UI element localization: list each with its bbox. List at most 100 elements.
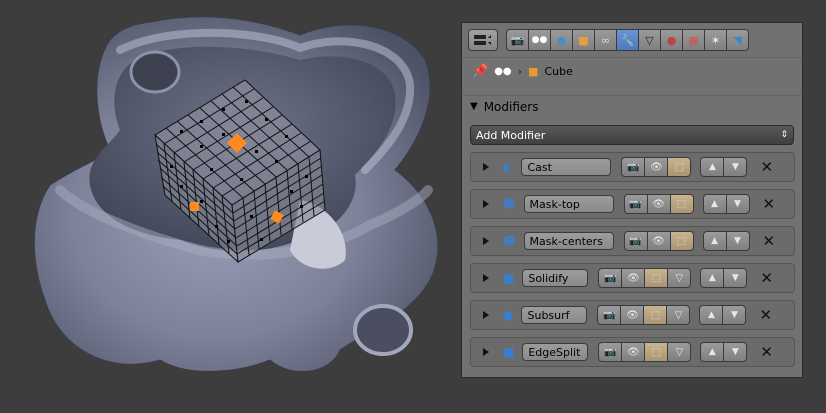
move-down-icon[interactable]: ▼ [723, 342, 748, 362]
solidify-modifier-icon: ■ [503, 271, 515, 285]
expand-triangle-icon[interactable] [483, 237, 489, 245]
expand-triangle-icon[interactable] [483, 348, 489, 356]
visibility-toggles: 📷 👁 ⬚ ▽ [597, 305, 691, 325]
modifiers-tab[interactable]: 🔧 [616, 29, 639, 51]
data-tab[interactable]: ▽ [638, 29, 661, 51]
viewport-toggle-eye-icon[interactable]: 👁 [644, 157, 669, 177]
properties-header: 📷 ●● ● ■ ∞ 🔧 ▽ ● ▦ ✶ ◥ [468, 27, 749, 53]
move-buttons: ▲ ▼ [700, 157, 748, 177]
pin-icon[interactable]: 📌 [472, 64, 488, 79]
object-name: Cube [544, 65, 573, 78]
remove-modifier-icon[interactable]: ✕ [760, 344, 773, 360]
editmode-toggle-icon[interactable]: ⬚ [644, 268, 669, 288]
modifier-name-field[interactable]: Mask-top [523, 195, 614, 213]
render-toggle-camera-icon[interactable]: 📷 [621, 157, 646, 177]
mesh-hole-top [129, 50, 181, 94]
modifier-row: ■ EdgeSplit 📷 👁 ⬚ ▽ ▲ ▼ ✕ [470, 337, 795, 367]
move-up-icon[interactable]: ▲ [702, 231, 727, 251]
modifier-name-field[interactable]: Solidify [522, 269, 589, 287]
cast-modifier-icon: ◐ [503, 160, 514, 174]
expand-triangle-icon[interactable] [483, 311, 489, 319]
modifier-name-field[interactable]: Subsurf [521, 306, 588, 324]
modifiers-section-header[interactable]: ▼ Modifiers [462, 95, 802, 117]
chain-link-icon: ∞ [600, 33, 611, 47]
remove-modifier-icon[interactable]: ✕ [759, 307, 772, 323]
remove-modifier-icon[interactable]: ✕ [760, 270, 773, 286]
physics-tab[interactable]: ◥ [726, 29, 749, 51]
visibility-toggles: 📷 👁 ⬚ ▽ [598, 342, 692, 362]
world-tab[interactable]: ● [550, 29, 573, 51]
render-toggle-camera-icon[interactable]: 📷 [597, 305, 622, 325]
move-up-icon[interactable]: ▲ [700, 268, 725, 288]
material-sphere-icon: ● [666, 33, 677, 47]
modifier-name-field[interactable]: Cast [521, 158, 612, 176]
editmode-toggle-icon[interactable]: ⬚ [643, 305, 668, 325]
add-modifier-dropdown[interactable]: Add Modifier ⇕ [470, 125, 794, 145]
particles-icon: ✶ [710, 33, 721, 47]
viewport-toggle-eye-icon[interactable]: 👁 [646, 194, 671, 214]
remove-modifier-icon[interactable]: ✕ [763, 196, 776, 212]
visibility-toggles: 📷 👁 ⬚ [623, 194, 694, 214]
render-toggle-camera-icon[interactable]: 📷 [598, 268, 623, 288]
texture-tab[interactable]: ▦ [682, 29, 705, 51]
expand-triangle-icon[interactable] [483, 163, 489, 171]
wrench-icon: 🔧 [620, 33, 635, 47]
modifier-row: ◐ Cast 📷 👁 ⬚ ▲ ▼ ✕ [470, 152, 795, 182]
viewport-toggle-eye-icon[interactable]: 👁 [620, 305, 645, 325]
editor-type-button[interactable] [468, 29, 498, 51]
object-tab[interactable]: ■ [572, 29, 595, 51]
mask-modifier-icon: ☻ [503, 197, 516, 211]
object-cube-icon: ■ [578, 33, 589, 47]
move-buttons: ▲ ▼ [702, 194, 750, 214]
collapse-triangle-icon: ▼ [470, 101, 478, 112]
editmode-toggle-icon[interactable]: ⬚ [644, 342, 669, 362]
modifier-name-field[interactable]: Mask-centers [523, 232, 614, 250]
constraints-tab[interactable]: ∞ [594, 29, 617, 51]
move-up-icon[interactable]: ▲ [702, 194, 727, 214]
viewport-render [33, 16, 439, 372]
render-toggle-camera-icon[interactable]: 📷 [623, 194, 648, 214]
move-up-icon[interactable]: ▲ [699, 305, 724, 325]
render-tab[interactable]: 📷 [506, 29, 529, 51]
viewport-toggle-eye-icon[interactable]: 👁 [646, 231, 671, 251]
editmode-toggle-icon[interactable]: ⬚ [669, 194, 694, 214]
move-down-icon[interactable]: ▼ [725, 194, 750, 214]
viewport-toggle-eye-icon[interactable]: 👁 [621, 342, 646, 362]
scene-data-icon: ●● [494, 66, 512, 77]
move-down-icon[interactable]: ▼ [725, 231, 750, 251]
editmode-toggle-icon[interactable]: ⬚ [669, 231, 694, 251]
scene-tab[interactable]: ●● [528, 29, 551, 51]
cage-toggle-triangle-icon[interactable]: ▽ [666, 305, 691, 325]
move-down-icon[interactable]: ▼ [723, 157, 748, 177]
3d-viewport[interactable] [0, 0, 460, 410]
move-up-icon[interactable]: ▲ [700, 342, 725, 362]
move-down-icon[interactable]: ▼ [722, 305, 747, 325]
scene-icon: ●● [531, 35, 548, 45]
move-buttons: ▲ ▼ [700, 342, 748, 362]
mask-modifier-icon: ☻ [503, 234, 516, 248]
properties-panel: 📷 ●● ● ■ ∞ 🔧 ▽ ● ▦ ✶ ◥ 📌 ●● › ■ Cube ▼ M… [461, 22, 803, 378]
modifier-row: ● Subsurf 📷 👁 ⬚ ▽ ▲ ▼ ✕ [470, 300, 795, 330]
editmode-toggle-icon[interactable]: ⬚ [667, 157, 692, 177]
visibility-toggles: 📷 👁 ⬚ [623, 231, 694, 251]
expand-triangle-icon[interactable] [483, 274, 489, 282]
particles-tab[interactable]: ✶ [704, 29, 727, 51]
viewport-toggle-eye-icon[interactable]: 👁 [621, 268, 646, 288]
texture-checker-icon: ▦ [688, 33, 699, 47]
cube-object-icon: ■ [528, 65, 539, 78]
visibility-toggles: 📷 👁 ⬚ [621, 157, 692, 177]
move-down-icon[interactable]: ▼ [723, 268, 748, 288]
modifier-row: ☻ Mask-top 📷 👁 ⬚ ▲ ▼ ✕ [470, 189, 795, 219]
remove-modifier-icon[interactable]: ✕ [763, 233, 776, 249]
render-toggle-camera-icon[interactable]: 📷 [598, 342, 623, 362]
dropdown-arrows-icon: ⇕ [780, 130, 788, 140]
move-up-icon[interactable]: ▲ [700, 157, 725, 177]
material-tab[interactable]: ● [660, 29, 683, 51]
cage-toggle-triangle-icon[interactable]: ▽ [667, 342, 692, 362]
cage-toggle-triangle-icon[interactable]: ▽ [667, 268, 692, 288]
expand-triangle-icon[interactable] [483, 200, 489, 208]
modifier-name-field[interactable]: EdgeSplit [522, 343, 589, 361]
remove-modifier-icon[interactable]: ✕ [760, 159, 773, 175]
edgesplit-modifier-icon: ■ [503, 345, 515, 359]
render-toggle-camera-icon[interactable]: 📷 [623, 231, 648, 251]
